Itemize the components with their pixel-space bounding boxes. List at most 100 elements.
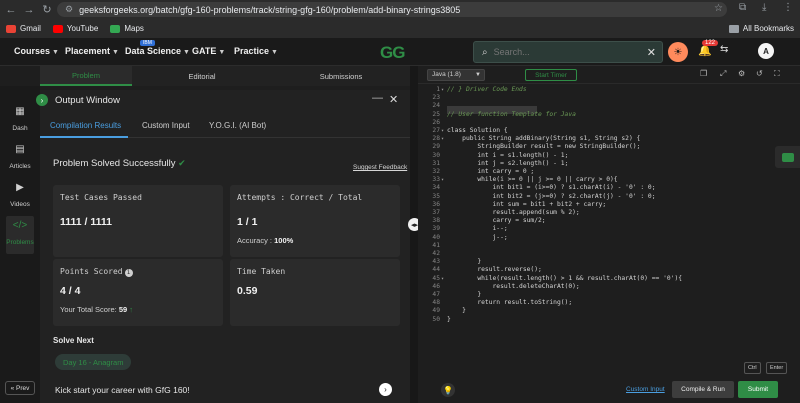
bookmark-gmail[interactable]: Gmail	[6, 24, 41, 33]
folder-icon	[728, 24, 739, 33]
bookmark-star-icon[interactable]: ☆	[714, 3, 723, 14]
menu-placement[interactable]: Placement ▼	[65, 46, 119, 56]
ibm-badge: IBM	[140, 40, 155, 46]
bookmark-label: Maps	[124, 24, 144, 33]
reload-icon[interactable]: ↻	[40, 3, 54, 16]
expand-icon[interactable]: ⛶	[774, 69, 780, 79]
sidebar-item-problems[interactable]: </> Problems	[6, 216, 34, 254]
forward-icon[interactable]: →	[22, 4, 36, 16]
fold-chevron-icon[interactable]: ▾	[441, 128, 444, 134]
custom-input-link[interactable]: Custom Input	[626, 386, 665, 393]
all-bookmarks[interactable]: All Bookmarks	[728, 24, 794, 33]
kickstart-banner[interactable]: Kick start your career with GfG 160!	[55, 385, 395, 395]
line-number: 43	[432, 258, 440, 266]
tab-editorial[interactable]: Editorial	[132, 66, 272, 86]
fullscreen-icon[interactable]: ⤢	[720, 69, 726, 79]
kbd-enter: Enter	[766, 362, 788, 374]
code-line: // User function Template for Java	[447, 110, 576, 118]
line-number: 30	[432, 151, 440, 159]
fold-chevron-icon[interactable]: ▾	[441, 177, 444, 183]
start-timer-button[interactable]: Start Timer	[525, 69, 577, 81]
sidebar-item-dash[interactable]: ▦ Dash	[6, 106, 34, 136]
close-icon[interactable]: ✕	[647, 46, 656, 59]
theme-toggle-icon[interactable]: ☀	[668, 42, 688, 62]
total-score-value: 59	[118, 305, 128, 314]
code-editor-pane: Java (1.8) ▼ Start Timer ❐ ⤢ ⚙ ↺ ⛶ 1 ▾// }…	[418, 66, 800, 403]
code-icon: </>	[12, 220, 28, 231]
test-cases-value: 1111 / 1111	[60, 216, 112, 228]
prev-button[interactable]: « Prev	[5, 381, 35, 395]
bookmark-maps[interactable]: Maps	[110, 24, 144, 33]
lightbulb-icon[interactable]: 💡	[441, 383, 455, 397]
info-icon[interactable]: i	[124, 269, 133, 277]
tab-custom-input[interactable]: Custom Input	[142, 121, 190, 130]
bookmark-youtube[interactable]: YouTube	[52, 24, 98, 33]
menu-courses[interactable]: Courses ▼	[14, 46, 59, 56]
youtube-icon	[52, 24, 63, 33]
line-number: 46	[432, 282, 440, 290]
test-cases-label: Test Cases Passed	[60, 193, 142, 202]
menu-data-science[interactable]: Data Science ▼	[125, 46, 190, 56]
chevron-right-icon[interactable]: ›	[36, 94, 48, 106]
bookmarks-bar: Gmail YouTube Maps All Bookmarks	[0, 19, 800, 38]
menu-practice[interactable]: Practice ▼	[234, 46, 278, 56]
line-number: 23	[432, 94, 440, 102]
tab-submissions[interactable]: Submissions	[272, 66, 410, 86]
pane-divider[interactable]	[410, 66, 418, 403]
extensions-icon[interactable]: ⧉	[739, 2, 746, 13]
minimize-icon[interactable]: —	[372, 92, 383, 104]
sidebar-label: Articles	[9, 163, 31, 170]
download-icon[interactable]: ⤓	[762, 2, 766, 13]
fold-chevron-icon[interactable]: ▾	[441, 276, 444, 282]
line-number: 49	[432, 307, 440, 315]
avatar[interactable]: A	[758, 43, 774, 59]
address-bar[interactable]: ⚙ geeksforgeeks.org/batch/gfg-160-proble…	[57, 2, 727, 17]
timer-label: Start Timer	[535, 71, 567, 79]
sidebar-item-videos[interactable]: ▶ Videos	[6, 182, 34, 212]
back-icon[interactable]: ←	[4, 4, 18, 16]
close-icon[interactable]: ✕	[389, 93, 398, 106]
submit-button[interactable]: Submit	[738, 381, 778, 398]
line-number: 45	[432, 274, 440, 282]
code-line: // } Driver Code Ends	[447, 86, 527, 93]
search-icon: ⌕	[482, 46, 488, 58]
fold-chevron-icon[interactable]: ▾	[441, 87, 444, 93]
chat-icon[interactable]	[775, 146, 800, 168]
translate-icon[interactable]: ⇆	[720, 44, 728, 55]
language-select[interactable]: Java (1.8) ▼	[427, 69, 485, 81]
compile-run-button[interactable]: Compile & Run	[672, 381, 734, 398]
code-line: StringBuilder result = new StringBuilder…	[447, 143, 641, 151]
sidebar-label: Videos	[10, 201, 30, 208]
search-input[interactable]	[493, 47, 624, 57]
code-line: j--;	[447, 233, 508, 241]
menu-gate[interactable]: GATE ▼	[192, 46, 225, 56]
menu-label: Data Science	[125, 46, 182, 56]
code-line: int i = s1.length() - 1;	[447, 151, 569, 159]
next-problem-chip[interactable]: Day 16 - Anagram	[55, 354, 132, 370]
tab-compilation-results[interactable]: Compilation Results	[50, 121, 121, 130]
copy-icon[interactable]: ❐	[700, 69, 707, 78]
reset-icon[interactable]: ↺	[756, 69, 763, 78]
tab-yogi-ai-bot[interactable]: Y.O.G.I. (AI Bot)	[209, 121, 266, 130]
menu-label: Placement	[65, 46, 111, 56]
sidebar-label: Problems	[6, 239, 34, 246]
settings-icon[interactable]: ⚙	[738, 69, 745, 78]
search-box[interactable]: ⌕ ✕	[473, 41, 663, 63]
fold-chevron-icon[interactable]: ▾	[441, 136, 444, 142]
site-info-icon[interactable]: ⚙	[65, 4, 73, 15]
suggest-feedback-link[interactable]: Suggest Feedback	[353, 164, 407, 171]
chevron-right-icon[interactable]: ›	[379, 383, 392, 396]
line-number: 38	[432, 217, 440, 225]
tab-problem[interactable]: Problem	[40, 66, 132, 86]
menu-label: GATE	[192, 46, 217, 56]
sidebar-item-articles[interactable]: ▤ Articles	[6, 144, 34, 174]
line-number: 34	[432, 184, 440, 192]
menu-kebab-icon[interactable]: ⋮	[783, 2, 793, 13]
line-number: 33	[432, 176, 440, 184]
gfg-logo[interactable]: GG	[380, 43, 405, 63]
code-line: return result.toString();	[447, 299, 573, 307]
gmail-icon	[6, 24, 16, 33]
line-number: 42	[432, 250, 440, 257]
all-bookmarks-label: All Bookmarks	[742, 24, 794, 33]
kbd-ctrl: Ctrl	[744, 362, 761, 374]
